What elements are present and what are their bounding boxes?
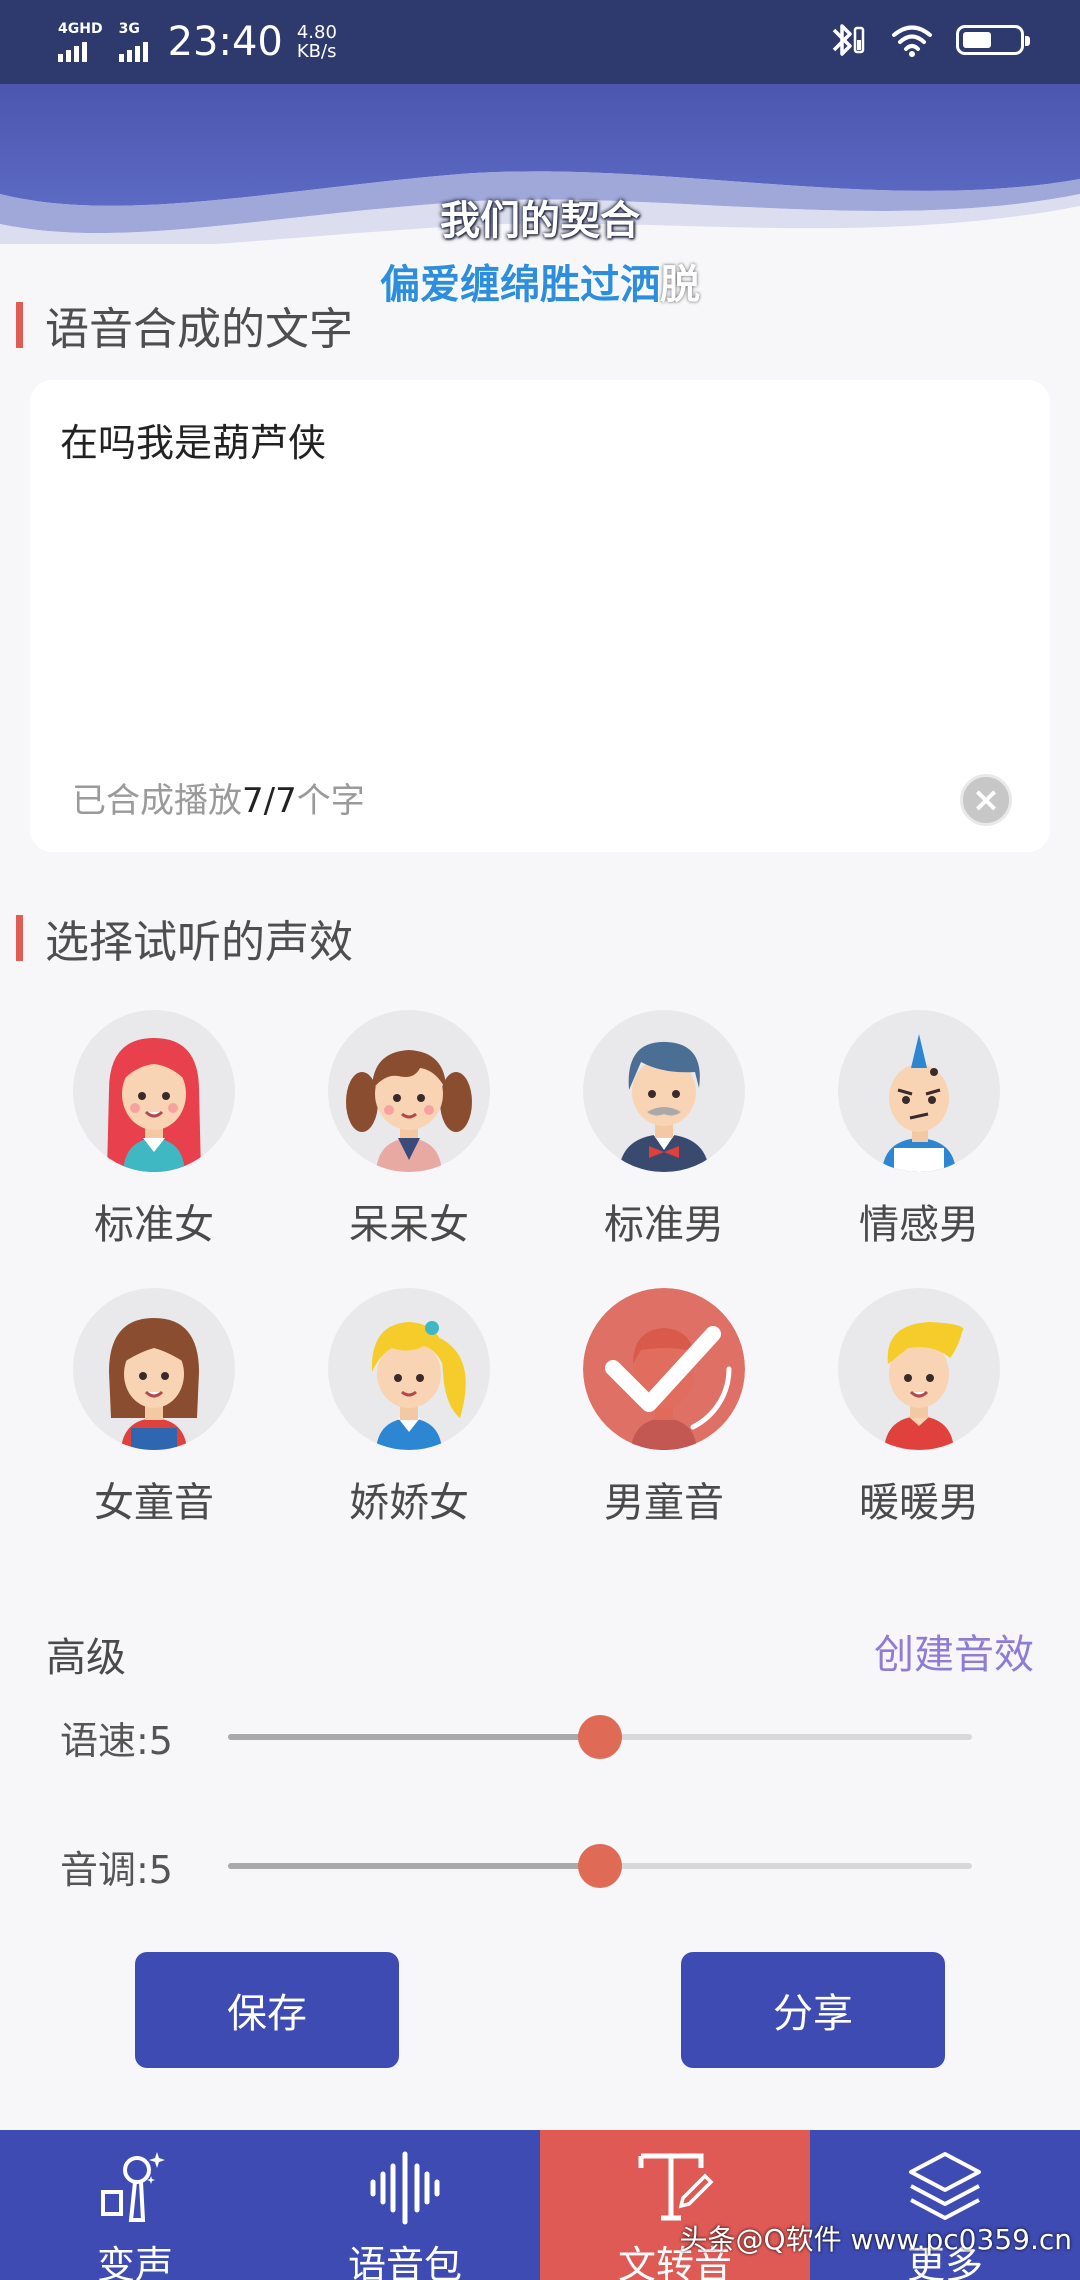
voice-effect-label: 娇娇女 — [349, 1480, 469, 1526]
standard-male-avatar — [583, 1010, 745, 1172]
signal-3g-icon — [118, 40, 148, 62]
voice-effect-cute-girl[interactable]: 娇娇女 — [278, 1288, 540, 1566]
emotional-male-avatar — [838, 1010, 1000, 1172]
voice-effect-emotional-male[interactable]: 情感男 — [758, 1010, 1080, 1288]
synthesis-text-input[interactable]: 在吗我是葫芦侠 — [60, 412, 326, 467]
text-to-speech-icon — [638, 2153, 714, 2221]
advanced-label: 高级 — [46, 1635, 126, 1681]
section-accent-bar — [16, 915, 23, 961]
voice-effect-label: 标准女 — [94, 1202, 214, 1248]
girl-child-avatar — [73, 1288, 235, 1450]
voice-effect-dull-girl[interactable]: 呆呆女 — [278, 1010, 540, 1288]
boy-child-avatar — [583, 1288, 745, 1450]
network-speed: 4.80 KB/s — [297, 23, 337, 61]
wifi-icon — [892, 25, 932, 57]
bluetooth-icon — [832, 24, 865, 56]
synthesis-text-card[interactable]: 在吗我是葫芦侠 已合成播放7/7个字 × — [30, 380, 1050, 852]
voice-effect-label: 标准男 — [604, 1202, 724, 1248]
pitch-slider-fill — [228, 1863, 600, 1869]
voice-effect-girl-child[interactable]: 女童音 — [38, 1288, 270, 1566]
speed-value: 4.80 — [296, 22, 337, 43]
voice-effect-label: 女童音 — [94, 1480, 214, 1526]
standard-female-avatar — [73, 1010, 235, 1172]
lyric-line-2-sung: 偏爱缠绵胜过洒 — [380, 262, 660, 308]
warm-male-avatar — [838, 1288, 1000, 1450]
battery-icon — [956, 25, 1030, 55]
lyric-line-1: 我们的契合 — [440, 198, 640, 244]
voice-effect-warm-male[interactable]: 暖暖男 — [758, 1288, 1080, 1566]
signal-4g-icon — [58, 40, 103, 62]
pitch-slider[interactable] — [228, 1844, 972, 1888]
voice-effect-label: 情感男 — [859, 1202, 979, 1248]
checkmark-icon — [605, 1326, 732, 1430]
pitch-label: 音调:5 — [60, 1848, 173, 1892]
network-4g-label: 4GHD — [58, 21, 103, 37]
save-button[interactable]: 保存 — [135, 1952, 399, 2068]
counter-prefix: 已合成播放 — [72, 781, 242, 821]
voice-effect-standard-female[interactable]: 标准女 — [38, 1010, 270, 1288]
selected-overlay — [583, 1288, 745, 1450]
counter-suffix: 个字 — [296, 781, 365, 821]
synthesis-counter: 已合成播放7/7个字 — [72, 773, 365, 822]
nav-label: 语音包 — [347, 2243, 462, 2280]
speed-slider-thumb[interactable] — [578, 1715, 622, 1759]
speed-slider-row: 语速:5 — [0, 1706, 1080, 1766]
synthesis-section-title: 语音合成的文字 — [16, 293, 353, 357]
layers-icon — [909, 2152, 981, 2220]
pitch-slider-row: 音调:5 — [0, 1835, 1080, 1895]
network-4g: 4GHD — [58, 22, 103, 62]
network-3g: 3G — [118, 21, 148, 62]
soundwave-icon — [370, 2151, 440, 2225]
lyric-line-2-rest: 脱 — [660, 262, 700, 308]
pitch-slider-thumb[interactable] — [578, 1844, 622, 1888]
share-button[interactable]: 分享 — [681, 1952, 945, 2068]
watermark: 头条@Q软件 www.pc0359.cn — [679, 2223, 1072, 2256]
speed-label: 语速:5 — [60, 1719, 173, 1763]
clear-text-button[interactable]: × — [960, 774, 1012, 826]
voice-effects-grid: 标准女 呆呆女 标准男 情感男 女童音 娇娇女 男童音 暖暖男 — [0, 1010, 1080, 1566]
synthesis-title-text: 语音合成的文字 — [45, 304, 353, 355]
status-bar: 4GHD 3G 23:40 4.80 KB/s — [0, 0, 1080, 84]
voice-effect-label: 男童音 — [604, 1480, 724, 1526]
network-3g-label: 3G — [118, 21, 140, 37]
effects-section-title: 选择试听的声效 — [16, 906, 353, 970]
voice-effect-label: 暖暖男 — [859, 1480, 979, 1526]
speed-slider[interactable] — [228, 1715, 972, 1759]
nav-tab-voice-pack[interactable]: 语音包 — [270, 2130, 540, 2280]
nav-tab-voice-change[interactable]: 变声 — [0, 2130, 270, 2280]
voice-change-icon — [101, 2152, 165, 2222]
close-icon: × — [971, 780, 1001, 820]
nav-label: 变声 — [96, 2243, 173, 2280]
clock: 23:40 — [167, 19, 283, 65]
cute-girl-avatar — [328, 1288, 490, 1450]
speed-unit: KB/s — [296, 41, 337, 62]
counter-value: 7/7 — [242, 781, 297, 821]
create-effect-link[interactable]: 创建音效 — [874, 1622, 1034, 1680]
speed-slider-fill — [228, 1734, 600, 1740]
voice-effect-label: 呆呆女 — [349, 1202, 469, 1248]
effects-title-text: 选择试听的声效 — [45, 917, 353, 968]
section-accent-bar — [16, 302, 23, 348]
dull-girl-avatar — [328, 1010, 490, 1172]
